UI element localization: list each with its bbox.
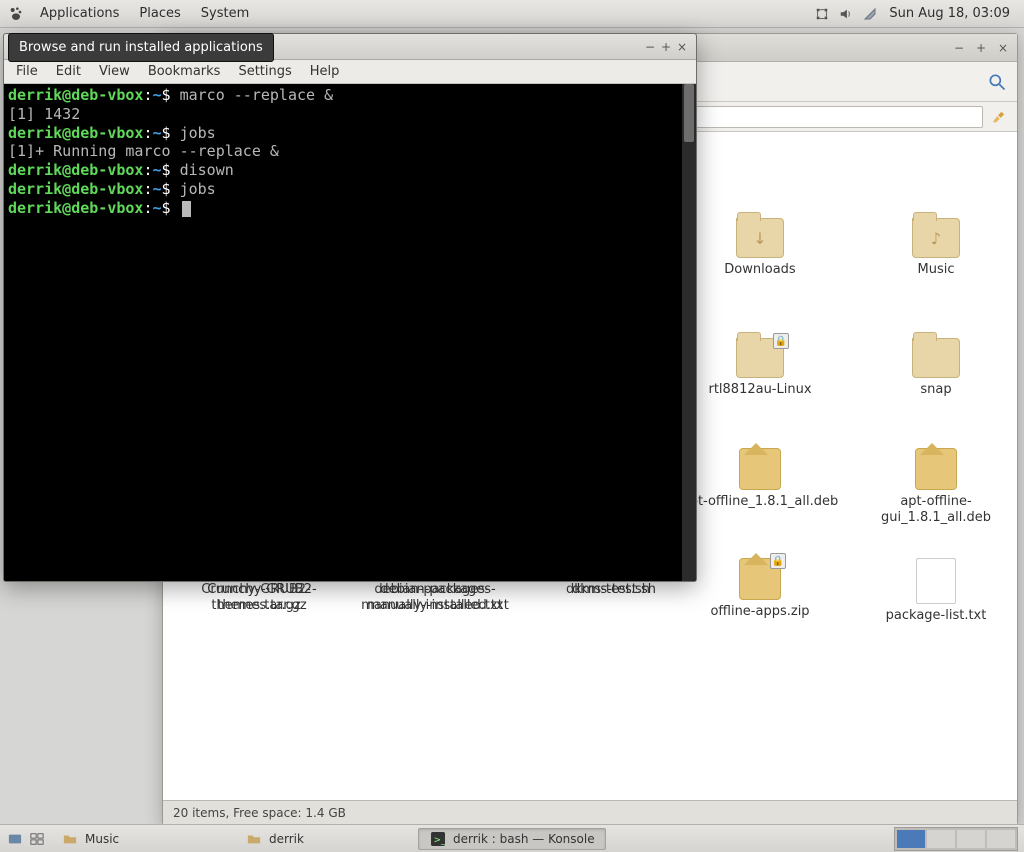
close-icon[interactable]: × [674, 39, 690, 55]
panel-menu-applications[interactable]: Applications [30, 2, 129, 25]
taskbar-task[interactable]: Music [50, 828, 230, 850]
terminal-line: derrik@deb-vbox:~$ marco --replace & [8, 86, 692, 105]
term-menu-edit[interactable]: Edit [48, 62, 89, 81]
term-menu-bookmarks[interactable]: Bookmarks [140, 62, 229, 81]
file-label: Crunchy-GRUB2-themes.tar.gz [176, 582, 336, 613]
bottom-panel: Music derrik >_ derrik : bash — Konsole [0, 824, 1024, 852]
folder-icon [245, 830, 263, 848]
file-item[interactable]: apt-offline-gui_1.8.1_all.deb [851, 448, 1017, 525]
maximize-icon[interactable]: + [658, 39, 674, 55]
applications-tooltip: Browse and run installed applications [8, 33, 274, 62]
file-label: package-list.txt [886, 608, 987, 624]
term-menu-file[interactable]: File [8, 62, 46, 81]
file-label: Downloads [724, 262, 795, 278]
volume-icon[interactable] [837, 5, 855, 23]
taskbar-task[interactable]: >_ derrik : bash — Konsole [418, 828, 606, 850]
folder-icon [61, 830, 79, 848]
close-icon[interactable]: × [995, 40, 1011, 56]
terminal-line: [1]+ Running marco --replace & [8, 142, 692, 161]
task-label: derrik [269, 832, 304, 846]
broom-icon[interactable] [987, 106, 1009, 128]
file-item[interactable]: snap [851, 338, 1017, 398]
folder-icon: 🔒 [736, 338, 784, 378]
file-label: offline-apps.zip [710, 604, 809, 620]
file-label: snap [920, 382, 951, 398]
term-menu-settings[interactable]: Settings [230, 62, 299, 81]
fm-statusbar: 20 items, Free space: 1.4 GB [163, 800, 1017, 824]
task-label: Music [85, 832, 119, 846]
terminal-line: derrik@deb-vbox:~$ jobs [8, 124, 692, 143]
terminal-line: derrik@deb-vbox:~$ disown [8, 161, 692, 180]
workspace-3[interactable] [957, 830, 985, 848]
lock-badge-icon: 🔒 [773, 333, 789, 349]
file-label: apt-offline_1.8.1_all.deb [682, 494, 839, 510]
terminal-window[interactable]: >_ : bash — Konsole : bash — Konsole − +… [3, 33, 697, 582]
workspace-4[interactable] [987, 830, 1015, 848]
folder-icon: ↓ [736, 218, 784, 258]
panel-menu-system[interactable]: System [191, 2, 259, 25]
term-menu-view[interactable]: View [91, 62, 138, 81]
package-icon [739, 448, 781, 490]
maximize-icon[interactable]: + [973, 40, 989, 56]
window-list-icon[interactable] [28, 830, 46, 848]
minimize-icon[interactable]: − [642, 39, 658, 55]
taskbar-task[interactable]: derrik [234, 828, 414, 850]
lock-badge-icon: 🔒 [770, 553, 786, 569]
file-item[interactable]: Crunchy-GRUB2-themes.tar.gz [176, 582, 356, 613]
terminal-line: derrik@deb-vbox:~$ [8, 199, 692, 218]
workspace-2[interactable] [927, 830, 955, 848]
terminal-icon: >_ [429, 830, 447, 848]
file-item[interactable]: apt-offline_1.8.1_all.deb [675, 448, 845, 510]
file-item[interactable]: 🔒 rtl8812au-Linux [675, 338, 845, 398]
file-label: debian-packages-manually-installed.txt [352, 582, 512, 613]
scrollbar-thumb[interactable] [684, 84, 694, 142]
file-item[interactable]: ♪ Music [851, 218, 1017, 278]
file-item[interactable]: ↓ Downloads [675, 218, 845, 278]
folder-icon [912, 338, 960, 378]
file-item[interactable]: debian-packages-manually-installed.txt [352, 582, 532, 613]
svg-text:>_: >_ [434, 835, 445, 845]
terminal-scrollbar[interactable] [682, 84, 696, 581]
term-menubar: FileEditViewBookmarksSettingsHelp [4, 60, 696, 84]
system-tray: Sun Aug 18, 03:09 [813, 5, 1018, 23]
workspace-1[interactable] [897, 830, 925, 848]
minimize-icon[interactable]: − [951, 40, 967, 56]
network-icon[interactable] [813, 5, 831, 23]
folder-icon: ♪ [912, 218, 960, 258]
file-label: rtl8812au-Linux [708, 382, 811, 398]
terminal-output[interactable]: derrik@deb-vbox:~$ marco --replace &[1] … [4, 84, 696, 581]
top-panel: Applications Places System Sun Aug 18, 0… [0, 0, 1024, 28]
panel-menu-places[interactable]: Places [129, 2, 190, 25]
package-icon [915, 448, 957, 490]
gnome-foot-icon [6, 4, 26, 24]
workspace-switcher[interactable] [894, 827, 1018, 851]
file-label: dkms-test.sh [528, 582, 688, 598]
text-file-icon [916, 558, 956, 604]
show-desktop-icon[interactable] [6, 830, 24, 848]
notification-icon[interactable] [861, 5, 879, 23]
file-label: apt-offline-gui_1.8.1_all.deb [856, 494, 1016, 525]
clock[interactable]: Sun Aug 18, 03:09 [885, 6, 1014, 21]
terminal-line: [1] 1432 [8, 105, 692, 124]
file-label: Music [918, 262, 955, 278]
search-icon[interactable] [985, 70, 1009, 94]
terminal-line: derrik@deb-vbox:~$ jobs [8, 180, 692, 199]
term-menu-help[interactable]: Help [302, 62, 348, 81]
file-item[interactable]: package-list.txt [851, 558, 1017, 624]
task-label: derrik : bash — Konsole [453, 832, 595, 846]
package-icon: 🔒 [739, 558, 781, 600]
file-item[interactable]: dkms-test.sh [528, 582, 708, 598]
